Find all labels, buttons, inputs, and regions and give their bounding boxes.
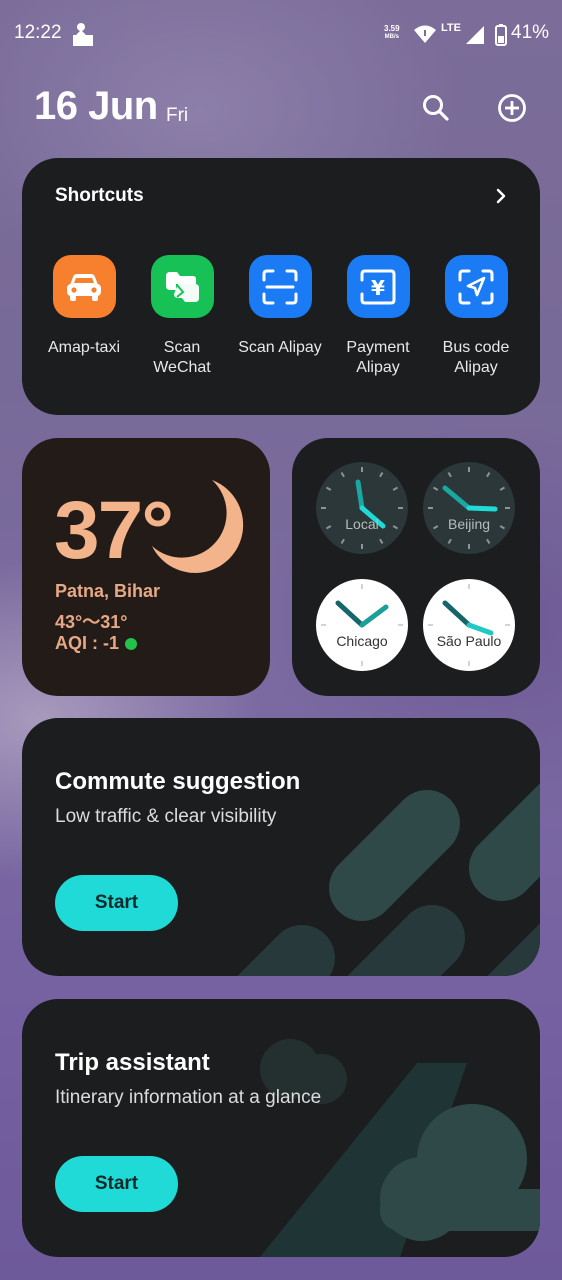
signal-icon: [466, 26, 484, 44]
trip-title: Trip assistant: [55, 1049, 210, 1076]
battery-percent: 41%: [511, 22, 550, 43]
day-text: Fri: [166, 105, 189, 126]
clock-local: Local: [316, 462, 408, 554]
shortcuts-title: Shortcuts: [55, 185, 144, 206]
clock-name: São Paulo: [436, 633, 502, 649]
commute-decoration: [237, 783, 540, 976]
commute-card: Commute suggestion Low traffic & clear v…: [22, 718, 540, 976]
clock-beijing: Beijing: [423, 462, 515, 554]
shortcut-label: Scan Alipay: [238, 339, 322, 356]
shortcut-payment-alipay[interactable]: ¥ Payment Alipay: [329, 255, 427, 378]
weather-location: Patna, Bihar: [55, 581, 161, 601]
aqi-status-dot: [125, 638, 138, 651]
commute-title: Commute suggestion: [55, 768, 301, 795]
shortcut-label: Scan WeChat: [153, 339, 211, 376]
shortcut-scan-alipay[interactable]: Scan Alipay: [231, 255, 329, 358]
clock-chicago: Chicago: [316, 579, 408, 671]
search-icon[interactable]: [420, 92, 452, 124]
trip-decoration: [260, 1039, 540, 1257]
commute-start-button[interactable]: Start: [55, 875, 178, 931]
network-type: LTE: [441, 22, 461, 34]
add-circle-icon[interactable]: [496, 92, 528, 124]
notification-icon: [73, 23, 93, 46]
clock-name: Beijing: [447, 516, 491, 532]
clock-name: Chicago: [336, 633, 388, 649]
shortcut-label: Payment Alipay: [346, 339, 410, 376]
scan-icon: [248, 255, 312, 318]
world-clock-card[interactable]: Local Beijing Chicago São Paulo: [292, 438, 540, 696]
shortcut-scan-wechat[interactable]: Scan WeChat: [133, 255, 231, 378]
temperature: 37°: [54, 485, 174, 576]
taxi-icon: [52, 255, 116, 318]
aqi: AQI : -1: [55, 633, 138, 654]
chevron-right-icon[interactable]: [492, 186, 510, 206]
status-time: 12:22: [14, 22, 62, 43]
navigation-icon: [444, 255, 508, 318]
commute-subtitle: Low traffic & clear visibility: [55, 806, 277, 827]
shortcut-amap-taxi[interactable]: Amap-taxi: [35, 255, 133, 358]
wechat-scan-icon: [150, 255, 214, 318]
shortcut-bus-code-alipay[interactable]: Bus code Alipay: [427, 255, 525, 378]
aqi-value: AQI : -1: [55, 633, 120, 653]
date-header: 16 Jun Fri: [34, 84, 544, 134]
date-text: 16 Jun: [34, 84, 158, 128]
svg-text:¥: ¥: [371, 276, 385, 300]
temperature-range: 43°～31°: [55, 612, 128, 632]
wifi-icon: [414, 25, 436, 43]
battery-icon: [495, 24, 507, 46]
status-bar: 12:22 3.59 MB/s LTE 41%: [0, 0, 562, 70]
clock-name: Local: [345, 516, 379, 532]
shortcut-label: Amap-taxi: [47, 339, 121, 356]
trip-card: Trip assistant Itinerary information at …: [22, 999, 540, 1257]
yuan-icon: ¥: [346, 255, 410, 318]
shortcut-label: Bus code Alipay: [442, 339, 510, 376]
net-speed: 3.59 MB/s: [384, 24, 400, 40]
trip-start-button[interactable]: Start: [55, 1156, 178, 1212]
clock-sao-paulo: São Paulo: [423, 579, 515, 671]
weather-card[interactable]: 37° Patna, Bihar 43°～31° AQI : -1: [22, 438, 270, 696]
trip-subtitle: Itinerary information at a glance: [55, 1087, 322, 1108]
shortcuts-card: Shortcuts Amap-taxi Scan WeChat Scan Ali…: [22, 158, 540, 415]
